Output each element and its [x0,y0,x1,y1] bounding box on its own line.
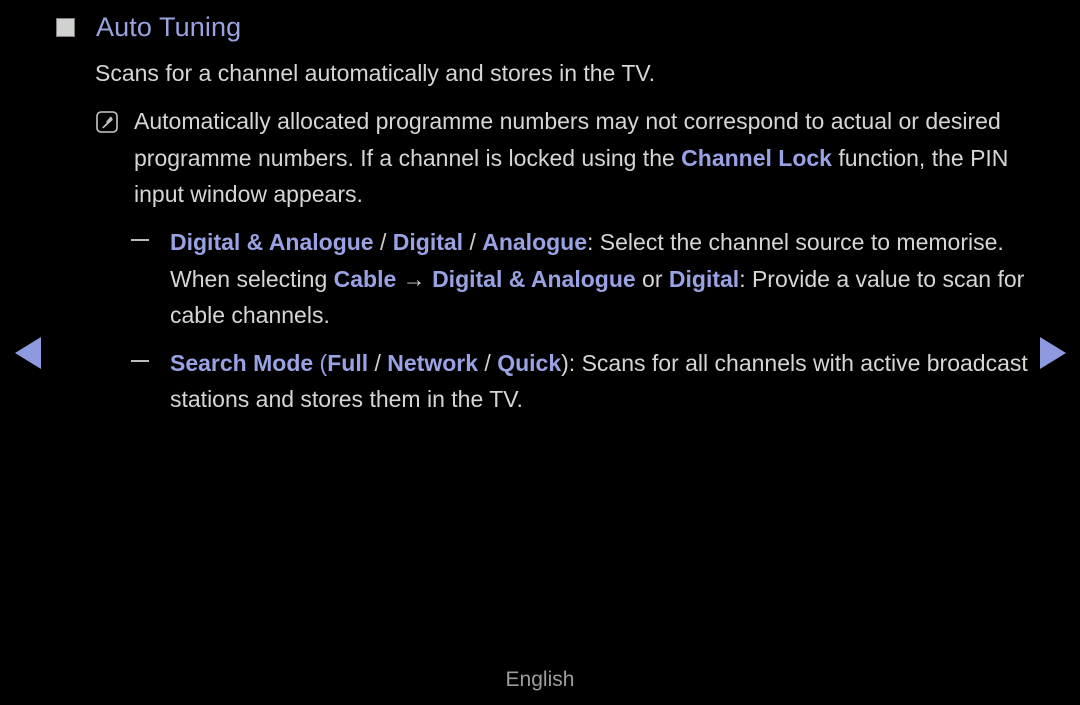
term-digital-and-analogue: Digital & Analogue [170,229,374,255]
next-page-button[interactable] [1031,331,1075,375]
term-digital-and-analogue-2: Digital & Analogue [432,265,636,292]
page-title: Auto Tuning [96,12,242,42]
arrow-separator: → [396,265,433,292]
term-full: Full [327,349,369,376]
separator-slash: / [368,349,388,376]
separator-slash: / [478,349,498,376]
note-pen-icon [96,111,118,133]
note-block: Automatically allocated programme number… [96,103,1026,213]
term-channel-lock: Channel Lock [681,144,832,171]
list-item: Digital & Analogue / Digital / Analogue:… [131,224,1031,334]
emanual-page: Auto Tuning Scans for a channel automati… [0,0,1080,705]
option-desc-part2: or [635,265,669,292]
note-text: Automatically allocated programme number… [134,103,1024,213]
previous-page-button[interactable] [6,331,50,375]
page-heading: Auto Tuning [56,10,241,44]
term-digital-2: Digital [668,265,740,292]
list-item: Search Mode (Full / Network / Quick): Sc… [131,345,1031,418]
square-bullet-icon [56,18,75,37]
arrow-left-icon [15,337,41,369]
paren-close: ) [561,349,569,376]
option-text-search-mode: Search Mode (Full / Network / Quick): Sc… [170,345,1030,418]
separator-slash: / [463,229,483,255]
dash-bullet-icon [131,239,149,241]
term-search-mode: Search Mode [170,349,314,376]
separator-slash: / [373,229,393,255]
option-list: Digital & Analogue / Digital / Analogue:… [131,224,1031,429]
paren-open: ( [313,349,328,376]
term-analogue: Analogue [482,229,588,255]
option-text-digital-analogue: Digital & Analogue / Digital / Analogue:… [170,224,1030,334]
arrow-right-icon [1040,337,1066,369]
dash-bullet-icon [131,359,149,362]
note-row: Automatically allocated programme number… [96,103,1026,213]
term-quick: Quick [497,349,562,376]
term-cable: Cable [333,265,397,292]
term-network: Network [387,349,479,376]
language-label[interactable]: English [0,668,1080,692]
term-digital: Digital [392,229,464,255]
intro-paragraph: Scans for a channel automatically and st… [95,60,655,86]
